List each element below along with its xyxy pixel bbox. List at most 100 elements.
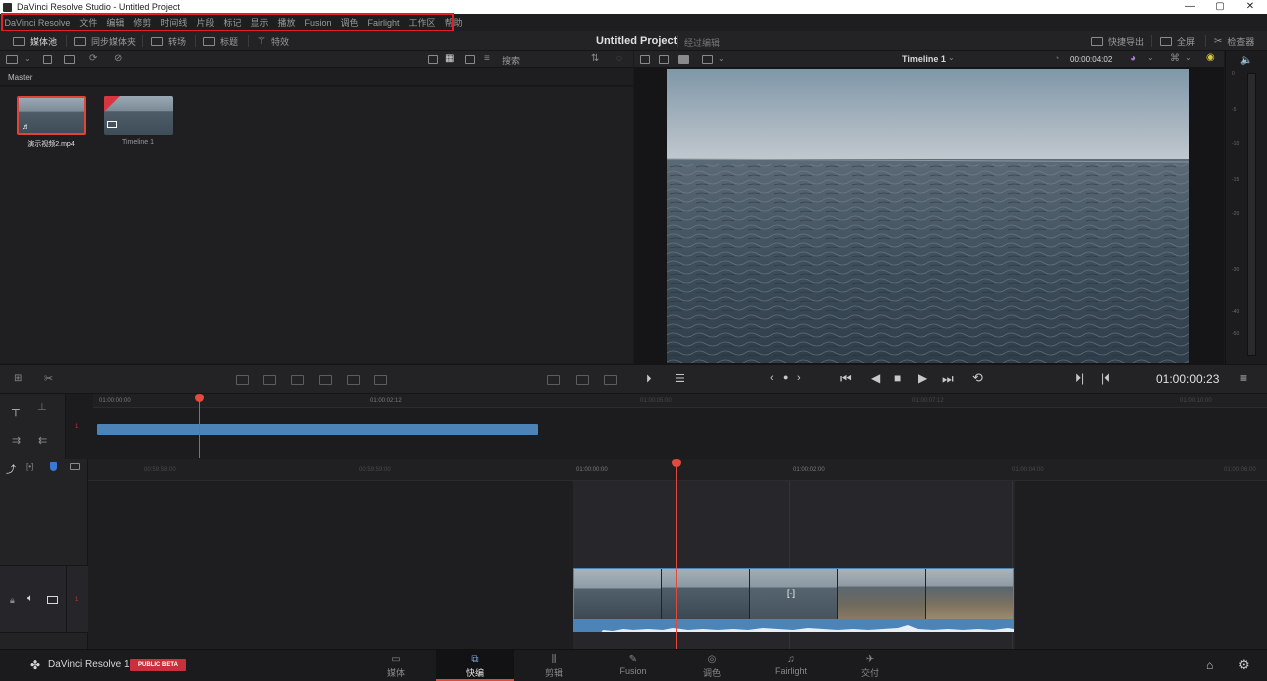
options-menu-icon[interactable]: ≡ xyxy=(1240,371,1247,385)
sync-icon[interactable]: ⟳ xyxy=(89,53,97,64)
bin-name[interactable]: Master xyxy=(8,73,32,82)
ripple-overwrite-icon[interactable] xyxy=(291,375,304,385)
track-lock-icon[interactable]: 🔒︎ xyxy=(10,595,15,606)
bin-list-icon[interactable] xyxy=(64,55,75,64)
lock-track-icon[interactable]: ┴ xyxy=(38,404,46,416)
chevron-down-icon[interactable]: ⌄ xyxy=(948,53,955,62)
chevron-down-icon[interactable]: ⌄ xyxy=(1147,53,1154,62)
zoom-in-icon[interactable]: ⇉ xyxy=(12,434,21,447)
speaker-icon[interactable]: 🔈 xyxy=(1240,55,1252,66)
go-to-start-icon[interactable]: ⏮ xyxy=(840,371,852,387)
settings-sliders-icon[interactable]: ☰ xyxy=(675,372,685,385)
media-clip-name[interactable]: 演示视频2.mp4 xyxy=(6,139,96,149)
close-up-icon[interactable] xyxy=(319,375,332,385)
marker-dot-icon[interactable]: ● xyxy=(783,372,788,382)
thumbnail-view-icon[interactable] xyxy=(428,55,438,64)
link-icon[interactable]: ⊘ xyxy=(114,53,122,64)
grid-view-icon[interactable]: ▦ xyxy=(445,53,454,64)
scissors-icon[interactable]: ✂ xyxy=(44,372,53,385)
sort-icon[interactable]: ⇅ xyxy=(591,53,599,64)
fullscreen-button[interactable]: 全屏 xyxy=(1160,35,1195,48)
import-icon[interactable] xyxy=(43,55,52,64)
media-clip-thumbnail[interactable]: ♬ xyxy=(17,96,86,135)
upper-ruler[interactable] xyxy=(93,394,1267,408)
prev-edit-icon[interactable]: ‹ xyxy=(770,372,774,384)
track-video-icon[interactable] xyxy=(47,596,58,604)
sync-bin-button[interactable]: 同步媒体夹 xyxy=(74,35,136,48)
list-view-icon[interactable]: ≡ xyxy=(484,53,490,64)
meter-tick: -20 xyxy=(1232,211,1240,217)
split-screen-icon[interactable] xyxy=(604,375,617,385)
source-clip-icon[interactable] xyxy=(659,55,669,64)
panel-toggle-icon[interactable] xyxy=(6,55,18,64)
link-clips-icon[interactable]: [•] xyxy=(26,462,33,471)
quick-export-button[interactable]: 快捷导出 xyxy=(1091,35,1144,48)
timeline-selector[interactable]: Timeline 1 xyxy=(902,54,946,64)
go-to-end-icon[interactable]: ⏭ xyxy=(942,371,954,387)
ruler-tick-label: 01:00:00:00 xyxy=(576,467,608,473)
current-timecode[interactable]: 01:00:00:23 xyxy=(1156,372,1219,386)
audio-level-bar xyxy=(1247,73,1256,356)
close-button[interactable]: ✕ xyxy=(1236,0,1264,14)
transform-icon[interactable]: ⌘ xyxy=(1170,53,1180,64)
page-tab-edit[interactable]: ⫼ 剪辑 xyxy=(515,650,593,681)
loop-icon[interactable]: ⟲ xyxy=(972,370,983,386)
display-options-icon[interactable] xyxy=(70,463,80,470)
filmstrip-view-icon[interactable] xyxy=(465,55,475,64)
lower-track-number: 1 xyxy=(75,597,79,603)
overlay-icon[interactable]: ◉ xyxy=(1206,52,1215,63)
maximize-button[interactable]: ▢ xyxy=(1206,0,1234,14)
minimize-button[interactable]: — xyxy=(1176,0,1204,14)
play-reverse-icon[interactable]: ◀ xyxy=(871,371,880,385)
timeline-clip-thumbnail[interactable] xyxy=(104,96,173,135)
track-audio-icon[interactable]: 🔈︎ xyxy=(27,593,33,604)
bin-sort-icon[interactable]: ⊞ xyxy=(14,373,22,384)
audio-waveform[interactable] xyxy=(573,620,1014,632)
upper-timeline-clip[interactable] xyxy=(97,424,538,435)
append-icon[interactable] xyxy=(263,375,276,385)
page-tab-cut[interactable]: ⧉ 快编 xyxy=(436,650,514,681)
lower-playhead[interactable] xyxy=(676,462,677,649)
play-icon[interactable]: ▶ xyxy=(918,371,927,385)
page-tab-media[interactable]: ▭ 媒体 xyxy=(357,650,435,681)
chevron-down-icon[interactable]: ⌄ xyxy=(718,54,725,63)
zoom-out-icon[interactable]: ⇇ xyxy=(38,434,47,447)
smart-insert-icon[interactable] xyxy=(236,375,249,385)
search-field[interactable]: 搜索 xyxy=(502,54,520,67)
color-wheel-icon[interactable]: ◕ xyxy=(1130,53,1136,64)
chevron-down-icon[interactable]: ⌄ xyxy=(24,54,31,63)
snap-icon[interactable]: ⤴ xyxy=(6,461,16,476)
page-tab-fusion[interactable]: ✎ Fusion xyxy=(594,650,672,681)
timeline-viewer-icon[interactable] xyxy=(678,55,689,64)
fairlight-page-icon: ♫ xyxy=(787,654,795,665)
transitions-button[interactable]: 转场 xyxy=(151,35,186,48)
fit-to-fill-icon[interactable] xyxy=(547,375,560,385)
track-height-icon[interactable]: ┬ xyxy=(12,404,20,416)
mark-in-icon[interactable]: ⏵| xyxy=(1075,371,1084,386)
timeline-clip-name[interactable]: Timeline 1 xyxy=(93,139,183,146)
inspector-button[interactable]: ✂ 检查器 xyxy=(1214,35,1254,48)
media-pool-button[interactable]: 媒体池 xyxy=(13,35,57,48)
effects-button[interactable]: ⚚ 特效 xyxy=(257,35,289,48)
next-edit-icon[interactable]: › xyxy=(797,372,801,384)
chevron-down-icon[interactable]: ⌄ xyxy=(1185,53,1192,62)
video-preview[interactable] xyxy=(667,69,1189,363)
titles-button[interactable]: 标题 xyxy=(203,35,238,48)
picture-in-picture-icon[interactable] xyxy=(576,375,589,385)
mark-out-icon[interactable]: |⏴ xyxy=(1101,371,1110,386)
place-on-top-icon[interactable] xyxy=(347,375,360,385)
viewer-mode-icon[interactable] xyxy=(702,55,713,64)
gear-icon[interactable]: ⚙ xyxy=(1238,657,1250,673)
page-tab-color[interactable]: ◎ 调色 xyxy=(673,650,751,681)
more-options-icon[interactable]: ◌ xyxy=(616,53,622,64)
source-tape-icon[interactable] xyxy=(640,55,650,64)
source-overwrite-icon[interactable] xyxy=(374,375,387,385)
upper-playhead[interactable] xyxy=(199,396,200,458)
edit-toolbar: ⊞ ✂ ⏵ ☰ ‹ ● › ⏮ ◀ ■ ▶ ⏭ ⟲ ⏵| |⏴ ≡ xyxy=(0,364,1267,394)
stop-icon[interactable]: ■ xyxy=(894,371,901,385)
fast-review-icon[interactable]: ⏵ xyxy=(646,373,652,386)
home-icon[interactable]: ⌂ xyxy=(1206,658,1213,672)
page-tab-deliver[interactable]: ✈ 交付 xyxy=(831,650,909,681)
marker-icon[interactable] xyxy=(50,462,57,471)
page-tab-fairlight[interactable]: ♫ Fairlight xyxy=(752,650,830,681)
